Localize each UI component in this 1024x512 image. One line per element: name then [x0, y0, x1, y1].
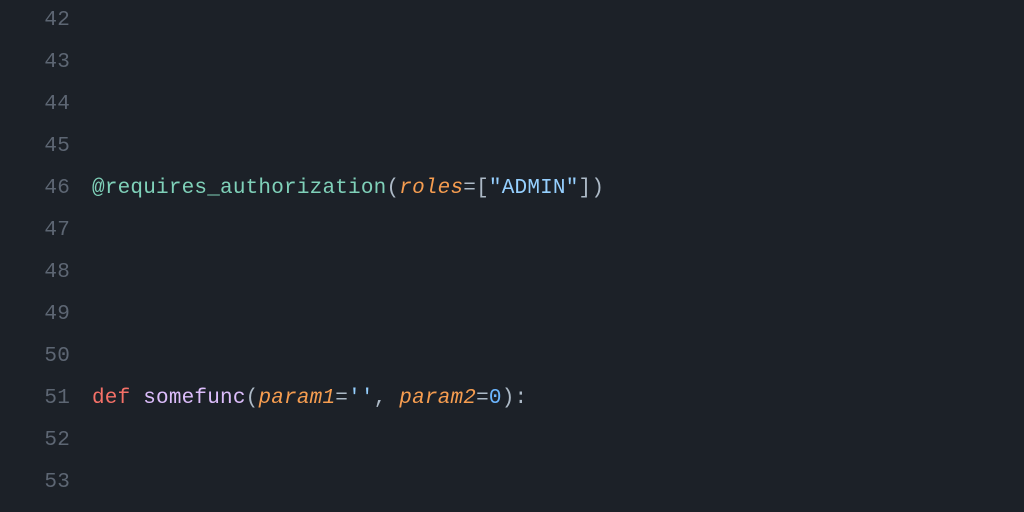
decorator-name: requires_authorization: [105, 177, 387, 200]
line-number-gutter: 42 43 44 45 46 47 48 49 50 51 52 53: [0, 0, 92, 512]
line-number: 43: [0, 42, 70, 84]
line-number: 46: [0, 168, 70, 210]
line-number: 44: [0, 84, 70, 126]
line-number: 53: [0, 462, 70, 504]
line-number: 45: [0, 126, 70, 168]
line-number: 51: [0, 378, 70, 420]
string-literal: "ADMIN": [489, 177, 579, 200]
line-number: 48: [0, 252, 70, 294]
param: param2: [399, 387, 476, 410]
line-number: 52: [0, 420, 70, 462]
line-number: 47: [0, 210, 70, 252]
code-line[interactable]: @requires_authorization(roles=["ADMIN"]): [92, 168, 1004, 210]
param: param1: [258, 387, 335, 410]
kwarg-roles: roles: [399, 177, 463, 200]
keyword-def: def: [92, 387, 130, 410]
code-editor[interactable]: 42 43 44 45 46 47 48 49 50 51 52 53 @req…: [0, 0, 1024, 512]
code-area[interactable]: @requires_authorization(roles=["ADMIN"])…: [92, 0, 1024, 512]
line-number: 49: [0, 294, 70, 336]
function-name: somefunc: [143, 387, 245, 410]
code-line[interactable]: def somefunc(param1='', param2=0):: [92, 378, 1004, 420]
line-number: 42: [0, 0, 70, 42]
line-number: 50: [0, 336, 70, 378]
decorator-at: @: [92, 177, 105, 200]
